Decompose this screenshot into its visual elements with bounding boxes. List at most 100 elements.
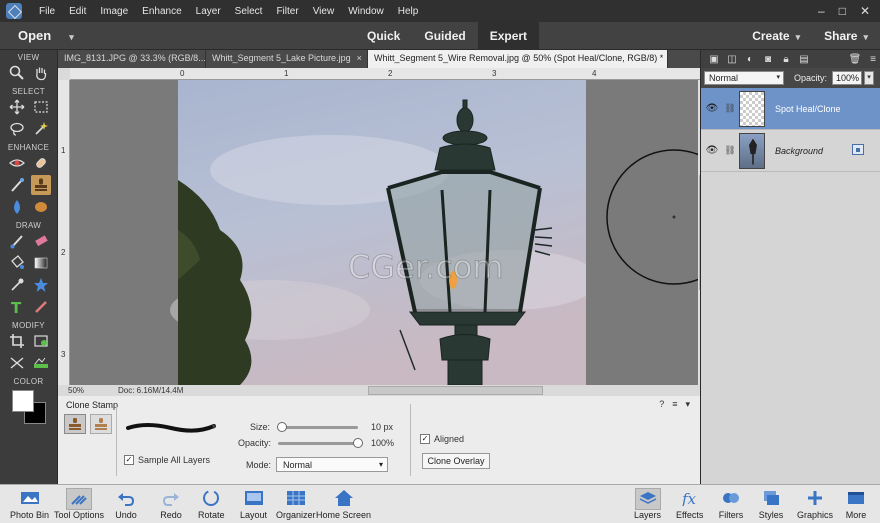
styles-button[interactable]: Styles	[758, 488, 784, 520]
more-button[interactable]: More	[843, 488, 869, 520]
opacity-value[interactable]: 100%	[371, 438, 394, 448]
chevron-down-icon[interactable]: ▾	[212, 422, 216, 431]
brush-preset-picker[interactable]	[126, 416, 216, 436]
crop-tool-icon[interactable]	[7, 331, 27, 351]
graphics-button[interactable]: Graphics	[797, 488, 833, 520]
effects-button[interactable]: fx Effects	[676, 488, 703, 520]
color-swatches[interactable]	[12, 390, 48, 426]
layer-background[interactable]: 👁︎ ⛓︎ Background	[701, 130, 880, 172]
menu-view[interactable]: View	[306, 6, 342, 17]
close-icon[interactable]: ✕	[860, 4, 870, 18]
sponge-tool-icon[interactable]	[31, 197, 51, 217]
tab-wire-removal[interactable]: Whitt_Segment 5_Wire Removal.jpg @ 50% (…	[368, 50, 668, 68]
panel-menu-icon[interactable]: ≡	[672, 399, 677, 410]
size-slider-knob[interactable]	[277, 422, 287, 432]
magic-wand-icon[interactable]	[31, 119, 51, 139]
maximize-icon[interactable]: □	[839, 4, 846, 18]
straighten-tool-icon[interactable]	[31, 353, 51, 373]
blend-mode-select[interactable]: Normal ▾	[704, 71, 784, 85]
new-layer-icon[interactable]: ▣	[707, 53, 721, 65]
clone-overlay-button[interactable]: Clone Overlay	[422, 453, 490, 469]
trash-icon[interactable]: 🗑︎	[848, 53, 862, 65]
paint-bucket-icon[interactable]	[7, 253, 27, 273]
size-slider[interactable]	[277, 422, 358, 432]
create-button[interactable]: Create ▾	[752, 29, 800, 43]
recompose-icon[interactable]	[31, 331, 51, 351]
menu-layer[interactable]: Layer	[189, 6, 228, 17]
filters-button[interactable]: Filters	[718, 488, 744, 520]
mode-select[interactable]: Normal ▾	[276, 457, 388, 472]
document-image[interactable]: CGer.com	[70, 80, 698, 385]
marquee-tool-icon[interactable]	[31, 97, 51, 117]
home-screen-button[interactable]: Home Screen	[316, 488, 371, 520]
lasso-tool-icon[interactable]	[7, 119, 27, 139]
tab-img8131[interactable]: IMG_8131.JPG @ 33.3% (RGB/8...×	[58, 50, 206, 68]
layers-button[interactable]: Layers	[634, 488, 661, 520]
minimize-icon[interactable]: –	[818, 4, 825, 18]
collapse-icon[interactable]: ▾	[685, 399, 690, 410]
aligned-checkbox[interactable]: ✓ Aligned	[420, 434, 464, 444]
zoom-level[interactable]: 50%	[58, 386, 118, 395]
open-button[interactable]: Open ▾	[0, 28, 120, 43]
layer-spot-heal-clone[interactable]: 👁︎ ⛓︎ Spot Heal/Clone	[701, 88, 880, 130]
menu-window[interactable]: Window	[341, 6, 391, 17]
link-icon[interactable]: ⛓︎	[723, 145, 737, 156]
menu-edit[interactable]: Edit	[62, 6, 93, 17]
layout-button[interactable]: Layout	[240, 488, 267, 520]
menu-enhance[interactable]: Enhance	[135, 6, 188, 17]
size-value[interactable]: 10 px	[371, 422, 393, 432]
redo-button[interactable]: Redo	[158, 488, 184, 520]
tab-lake-picture[interactable]: Whitt_Segment 5_Lake Picture.jpg ×	[206, 50, 368, 68]
lock-icon[interactable]: 🔒︎	[779, 53, 793, 65]
organizer-button[interactable]: Organizer	[276, 488, 316, 520]
pencil-tool-icon[interactable]	[31, 297, 51, 317]
zoom-tool-icon[interactable]	[7, 63, 27, 83]
horizontal-scroll-thumb[interactable]	[368, 386, 543, 395]
mode-guided[interactable]: Guided	[412, 22, 477, 50]
layer-opacity-input[interactable]: 100%	[832, 71, 863, 85]
move-tool-icon[interactable]	[7, 97, 27, 117]
clone-stamp-icon[interactable]	[30, 175, 51, 195]
menu-help[interactable]: Help	[391, 6, 426, 17]
menu-select[interactable]: Select	[228, 6, 270, 17]
blur-tool-icon[interactable]	[7, 197, 27, 217]
spot-healing-icon[interactable]	[31, 153, 51, 173]
smart-brush-icon[interactable]	[7, 175, 27, 195]
layer-name[interactable]: Spot Heal/Clone	[775, 104, 841, 114]
eraser-tool-icon[interactable]	[31, 231, 51, 251]
eye-icon[interactable]: 👁︎	[701, 103, 723, 114]
undo-button[interactable]: Undo	[113, 488, 139, 520]
gradient-tool-icon[interactable]	[31, 253, 51, 273]
type-tool-icon[interactable]: T	[7, 297, 27, 317]
lock-all-icon[interactable]: ▤	[797, 53, 811, 65]
mode-expert[interactable]: Expert	[477, 22, 540, 50]
eye-icon[interactable]: 👁︎	[701, 145, 723, 156]
new-group-icon[interactable]: ◫	[725, 53, 739, 65]
share-button[interactable]: Share ▾	[824, 29, 868, 43]
custom-shape-icon[interactable]	[31, 275, 51, 295]
menu-image[interactable]: Image	[93, 6, 135, 17]
chevron-down-icon[interactable]: ▾	[864, 71, 875, 85]
layer-mask-icon[interactable]: ◙	[761, 53, 775, 65]
opacity-slider[interactable]	[278, 438, 363, 448]
adjustment-layer-icon[interactable]: ◐	[743, 53, 757, 65]
panel-menu-icon[interactable]: ≡	[866, 53, 880, 65]
foreground-color-swatch[interactable]	[12, 390, 34, 412]
opacity-slider-knob[interactable]	[353, 438, 363, 448]
photo-bin-button[interactable]: Photo Bin	[10, 488, 49, 520]
hand-tool-icon[interactable]	[31, 63, 51, 83]
layer-name[interactable]: Background	[775, 146, 823, 156]
eyedropper-icon[interactable]	[7, 275, 27, 295]
sample-all-layers-checkbox[interactable]: ✓ Sample All Layers	[124, 455, 210, 465]
brush-tool-icon[interactable]	[7, 231, 27, 251]
mode-quick[interactable]: Quick	[355, 22, 412, 50]
content-aware-move-icon[interactable]	[7, 353, 27, 373]
rotate-button[interactable]: Rotate	[198, 488, 225, 520]
tool-options-button[interactable]: Tool Options	[54, 488, 104, 520]
tab-close-icon[interactable]: ×	[357, 53, 362, 65]
menu-file[interactable]: File	[32, 6, 62, 17]
pattern-stamp-option-icon[interactable]	[90, 414, 112, 434]
help-icon[interactable]: ?	[659, 399, 664, 410]
clone-stamp-option-icon[interactable]	[64, 414, 86, 434]
red-eye-icon[interactable]	[7, 153, 27, 173]
